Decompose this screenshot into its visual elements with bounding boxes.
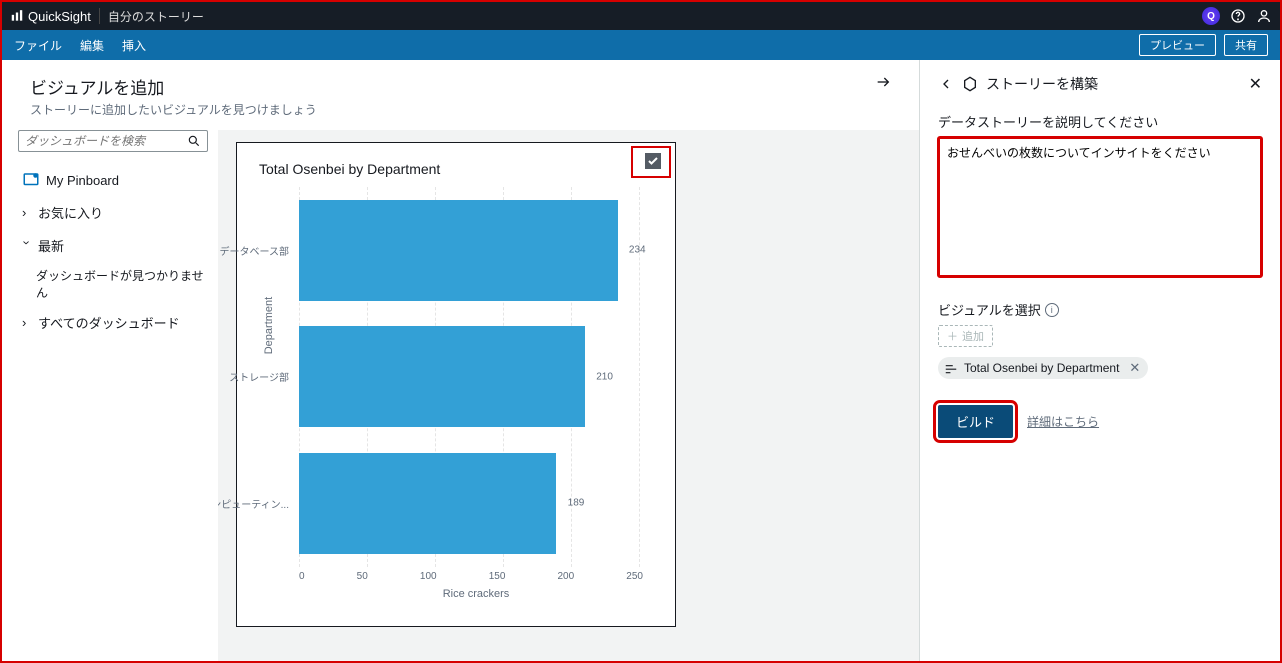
sidebar-favorites[interactable]: › お気に入り: [18, 196, 208, 229]
visual-card[interactable]: Total Osenbei by Department Department デ…: [236, 142, 676, 627]
bar-category-label: コンピューティン...: [218, 496, 289, 511]
selected-visual-chip[interactable]: Total Osenbei by Department ✕: [938, 357, 1148, 379]
bar-category-label: ストレージ部: [229, 369, 289, 384]
search-icon: [187, 134, 201, 148]
hexagon-icon: [962, 76, 978, 92]
add-visual-header: ビジュアルを追加 ストーリーに追加したいビジュアルを見つけましょう: [2, 60, 919, 130]
plus-icon: ＋: [947, 328, 958, 344]
help-icon[interactable]: [1230, 8, 1246, 24]
sidebar: My Pinboard › お気に入り › 最新 ダッシュボードが見つかりません…: [2, 130, 218, 661]
close-icon[interactable]: ✕: [1249, 74, 1262, 94]
recent-label: 最新: [38, 236, 64, 255]
chart-plot: Department データベース部234ストレージ部210コンピューティン..…: [299, 187, 653, 567]
bar-row: ストレージ部210: [299, 314, 653, 441]
add-visual-button[interactable]: ＋ 追加: [938, 325, 993, 347]
menu-insert[interactable]: 挿入: [122, 37, 146, 54]
dashboard-search[interactable]: [18, 130, 208, 152]
sidebar-all-dashboards[interactable]: › すべてのダッシュボード: [18, 306, 208, 339]
bar-value-label: 234: [629, 245, 646, 256]
product-logo[interactable]: QuickSight: [10, 9, 91, 24]
bar-rect: 189: [299, 453, 556, 554]
canvas-area: Total Osenbei by Department Department デ…: [218, 130, 919, 661]
chevron-right-icon: ›: [22, 205, 32, 220]
bar-rect: 234: [299, 200, 618, 301]
bar-row: コンピューティン...189: [299, 440, 653, 567]
story-build-panel: ストーリーを構築 ✕ データストーリーを説明してください ビジュアルを選択 i …: [920, 60, 1280, 661]
chart-ylabel: Department: [263, 297, 275, 354]
select-visual-label: ビジュアルを選択: [938, 300, 1041, 319]
xtick: 200: [558, 571, 575, 582]
collapse-panel-icon[interactable]: [875, 74, 899, 93]
right-panel-title: ストーリーを構築: [986, 74, 1098, 94]
chart-xlabel: Rice crackers: [299, 588, 653, 600]
info-icon[interactable]: i: [1045, 303, 1059, 317]
xtick: 150: [489, 571, 506, 582]
sidebar-recent[interactable]: › 最新: [18, 229, 208, 262]
story-description-input[interactable]: [938, 137, 1262, 277]
divider: [99, 8, 100, 24]
all-dashboards-label: すべてのダッシュボード: [38, 313, 180, 332]
bar-chart-icon: [944, 361, 958, 375]
bar-rect: 210: [299, 326, 585, 427]
add-visual-title: ビジュアルを追加: [30, 74, 317, 99]
describe-label: データストーリーを説明してください: [938, 112, 1262, 131]
xtick: 0: [299, 571, 305, 582]
xtick: 100: [420, 571, 437, 582]
search-input[interactable]: [25, 134, 187, 148]
sidebar-pinboard[interactable]: My Pinboard: [18, 164, 208, 196]
check-icon: [647, 155, 659, 167]
menubar: ファイル 編集 挿入 プレビュー 共有: [2, 30, 1280, 60]
chart-title: Total Osenbei by Department: [259, 161, 653, 177]
chip-remove-icon[interactable]: ✕: [1129, 360, 1140, 376]
quicksight-icon: [10, 9, 24, 23]
favorites-label: お気に入り: [38, 203, 103, 222]
add-visual-subtitle: ストーリーに追加したいビジュアルを見つけましょう: [30, 101, 317, 118]
bar-row: データベース部234: [299, 187, 653, 314]
bar-category-label: データベース部: [220, 243, 290, 258]
visual-checkbox[interactable]: [645, 153, 661, 169]
details-link[interactable]: 詳細はこちら: [1027, 413, 1099, 430]
menu-edit[interactable]: 編集: [80, 37, 104, 54]
chip-label: Total Osenbei by Department: [964, 361, 1119, 375]
q-assistant-icon[interactable]: Q: [1202, 7, 1220, 25]
share-button[interactable]: 共有: [1224, 34, 1268, 56]
bar-value-label: 210: [596, 371, 613, 382]
xtick: 50: [357, 571, 368, 582]
chart-xaxis: 0 50 100 150 200 250: [299, 571, 653, 582]
user-icon[interactable]: [1256, 8, 1272, 24]
pinboard-label: My Pinboard: [46, 173, 119, 188]
chevron-down-icon: ›: [20, 241, 35, 251]
titlebar: QuickSight 自分のストーリー Q: [2, 2, 1280, 30]
chevron-left-icon[interactable]: [938, 76, 954, 92]
dashboards-not-found: ダッシュボードが見つかりません: [18, 262, 208, 306]
build-button[interactable]: ビルド: [938, 405, 1013, 438]
preview-button[interactable]: プレビュー: [1139, 34, 1216, 56]
product-name: QuickSight: [28, 9, 91, 24]
bar-value-label: 189: [568, 498, 585, 509]
breadcrumb[interactable]: 自分のストーリー: [108, 8, 204, 25]
add-label: 追加: [962, 328, 984, 344]
pinboard-icon: [22, 171, 40, 189]
chevron-right-icon: ›: [22, 315, 32, 330]
xtick: 250: [626, 571, 643, 582]
menu-file[interactable]: ファイル: [14, 37, 62, 54]
